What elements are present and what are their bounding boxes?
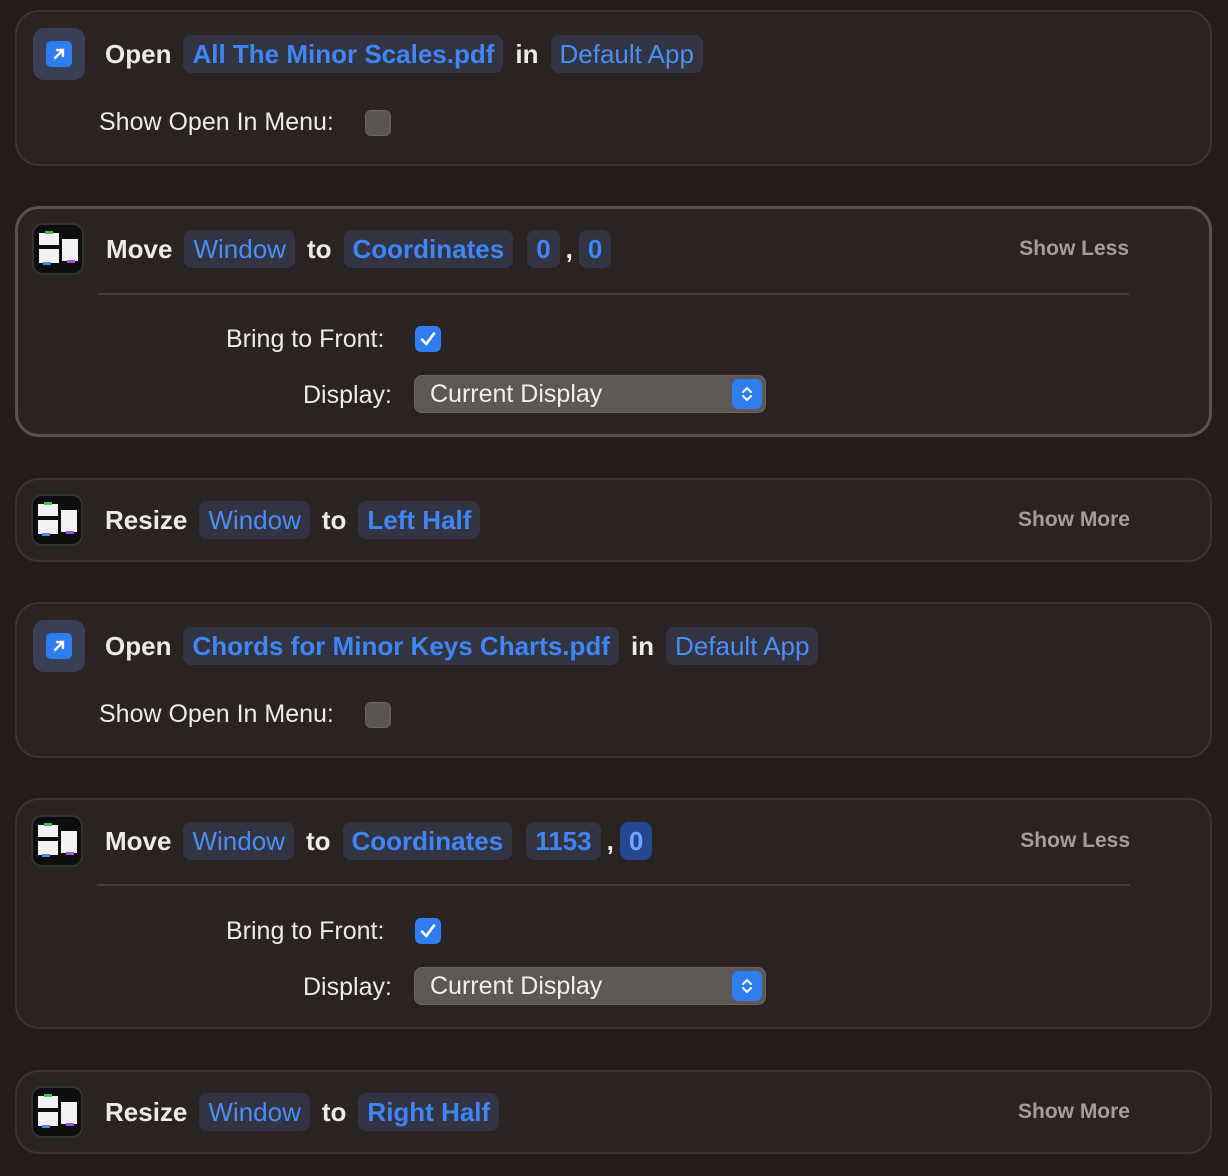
open-action-card[interactable]: Open All The Minor Scales.pdf in Default… (15, 10, 1212, 166)
window-token[interactable]: Window (184, 230, 295, 268)
display-select[interactable]: Current Display (414, 967, 766, 1005)
window-manager-icon (31, 494, 83, 546)
bring-to-front-checkbox[interactable] (415, 918, 441, 944)
comma-separator: , (606, 825, 614, 856)
display-select-value: Current Display (430, 972, 603, 1000)
bring-to-front-label: Bring to Front: (226, 917, 385, 945)
display-label: Display: (303, 973, 392, 1001)
show-open-in-menu-label: Show Open In Menu: (99, 700, 334, 728)
open-action-card[interactable]: Open Chords for Minor Keys Charts.pdf in… (15, 602, 1212, 758)
file-token[interactable]: All The Minor Scales.pdf (183, 35, 504, 73)
divider (98, 293, 1129, 295)
checkmark-icon (420, 332, 436, 346)
window-token[interactable]: Window (183, 822, 294, 860)
open-file-icon (33, 620, 85, 672)
x-coordinate-token[interactable]: 1153 (526, 822, 601, 860)
divider (97, 884, 1130, 886)
action-verb: Move (106, 233, 173, 264)
app-token[interactable]: Default App (666, 627, 819, 665)
y-coordinate-token[interactable]: 0 (578, 230, 612, 268)
window-manager-icon (31, 815, 83, 867)
action-verb: Open (105, 38, 172, 69)
in-keyword: in (630, 630, 655, 661)
show-open-in-menu-checkbox[interactable] (365, 110, 391, 136)
to-keyword: to (305, 825, 331, 856)
bring-to-front-checkbox[interactable] (415, 326, 441, 352)
comma-separator: , (565, 233, 573, 264)
show-more-button[interactable]: Show More (1018, 508, 1130, 532)
move-action-card[interactable]: Move Window to Coordinates 1153 , 0 Show… (15, 798, 1212, 1029)
display-label: Display: (303, 381, 392, 409)
window-token[interactable]: Window (199, 1093, 310, 1131)
window-manager-icon (31, 1086, 83, 1138)
show-less-button[interactable]: Show Less (1020, 829, 1130, 853)
window-manager-icon (32, 223, 84, 275)
y-coordinate-token[interactable]: 0 (619, 822, 653, 860)
show-open-in-menu-label: Show Open In Menu: (99, 108, 334, 136)
show-less-button[interactable]: Show Less (1019, 237, 1129, 261)
to-keyword: to (321, 1096, 347, 1127)
display-select-value: Current Display (430, 380, 603, 408)
action-verb: Resize (105, 1096, 188, 1127)
size-token[interactable]: Right Half (358, 1093, 500, 1131)
action-verb: Resize (105, 504, 188, 535)
coordinates-token[interactable]: Coordinates (343, 230, 514, 268)
window-token[interactable]: Window (199, 501, 310, 539)
to-keyword: to (321, 504, 347, 535)
show-open-in-menu-checkbox[interactable] (365, 702, 391, 728)
app-token[interactable]: Default App (550, 35, 703, 73)
file-token[interactable]: Chords for Minor Keys Charts.pdf (183, 627, 619, 665)
action-verb: Move (105, 825, 172, 856)
resize-action-card[interactable]: Resize Window to Right Half Show More (15, 1070, 1212, 1154)
coordinates-token[interactable]: Coordinates (342, 822, 513, 860)
size-token[interactable]: Left Half (358, 501, 481, 539)
checkmark-icon (420, 924, 436, 938)
bring-to-front-label: Bring to Front: (226, 325, 385, 353)
show-more-button[interactable]: Show More (1018, 1100, 1130, 1124)
open-file-icon (33, 28, 85, 80)
x-coordinate-token[interactable]: 0 (527, 230, 560, 268)
in-keyword: in (515, 38, 539, 69)
select-chevrons-icon (732, 971, 762, 1001)
display-select[interactable]: Current Display (414, 375, 766, 413)
action-verb: Open (105, 630, 172, 661)
resize-action-card[interactable]: Resize Window to Left Half Show More (15, 478, 1212, 562)
to-keyword: to (306, 233, 332, 264)
select-chevrons-icon (732, 379, 762, 409)
move-action-card[interactable]: Move Window to Coordinates 0 , 0 Show Le… (15, 206, 1212, 437)
